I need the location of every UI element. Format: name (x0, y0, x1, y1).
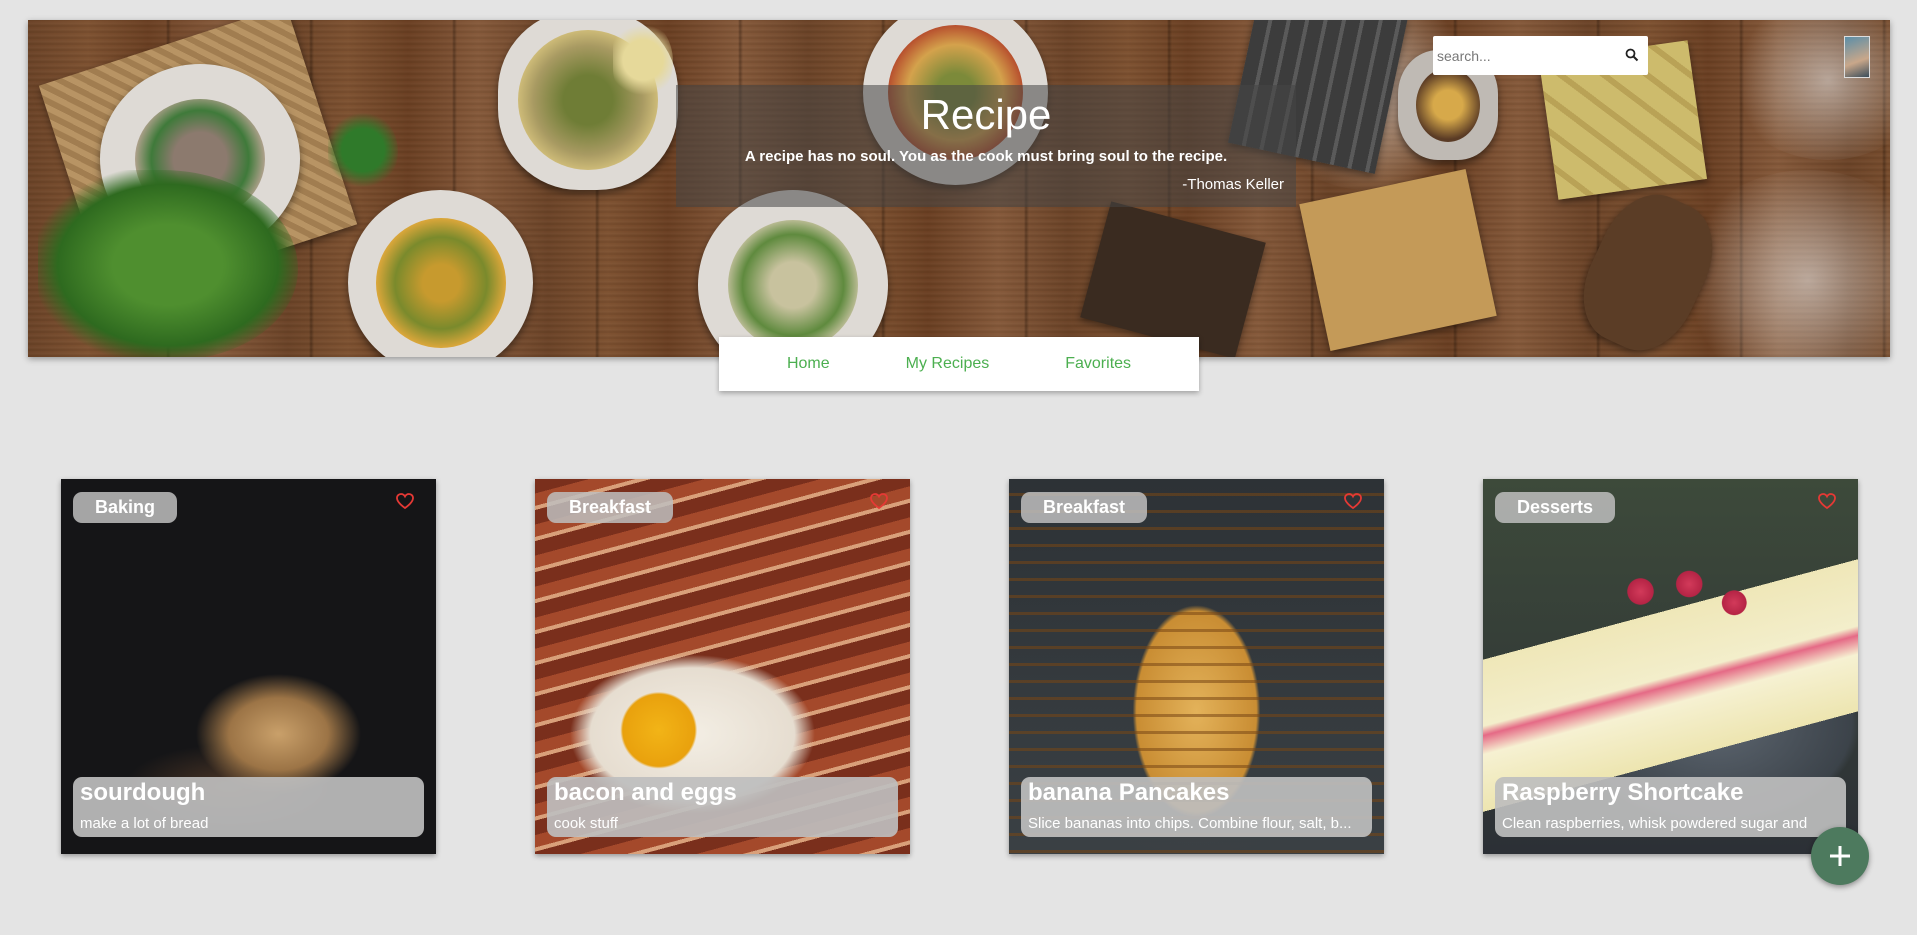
recipe-description: Slice bananas into chips. Combine flour,… (1028, 815, 1352, 832)
search-input[interactable] (1435, 42, 1619, 70)
plus-icon (1830, 846, 1850, 866)
recipe-info: banana Pancakes Slice bananas into chips… (1021, 777, 1372, 837)
category-badge: Breakfast (547, 492, 674, 523)
recipe-title: sourdough (80, 779, 206, 806)
recipe-card[interactable]: Desserts Raspberry Shortcake Clean raspb… (1483, 479, 1858, 854)
avatar[interactable] (1844, 36, 1870, 78)
recipe-info: Raspberry Shortcake Clean raspberries, w… (1495, 777, 1846, 837)
heart-outline-icon[interactable] (396, 493, 414, 510)
heart-outline-icon[interactable] (870, 493, 888, 510)
recipe-description: Clean raspberries, whisk powdered sugar … (1502, 815, 1808, 832)
add-recipe-button[interactable] (1811, 827, 1869, 885)
recipe-title: bacon and eggs (554, 779, 737, 806)
hero-author: -Thomas Keller (1182, 176, 1284, 193)
recipe-description: make a lot of bread (80, 815, 209, 832)
search-box (1433, 36, 1648, 75)
heart-outline-icon[interactable] (1818, 493, 1836, 510)
category-badge: Baking (73, 492, 178, 523)
recipe-card[interactable]: Breakfast banana Pancakes Slice bananas … (1009, 479, 1384, 854)
nav-home[interactable]: Home (749, 355, 868, 373)
recipe-title: banana Pancakes (1028, 779, 1230, 806)
page-title: Recipe (920, 91, 1052, 138)
heart-outline-icon[interactable] (1344, 493, 1362, 510)
corn (613, 20, 673, 100)
peppers (328, 110, 398, 190)
main-nav: Home My Recipes Favorites (719, 337, 1199, 391)
recipe-info: sourdough make a lot of bread (73, 777, 424, 837)
hero-quote-box: Recipe A recipe has no soul. You as the … (676, 85, 1296, 207)
category-badge: Desserts (1495, 492, 1616, 523)
recipe-title: Raspberry Shortcake (1502, 779, 1744, 806)
recipe-card[interactable]: Breakfast bacon and eggs cook stuff (535, 479, 910, 854)
hero-quote: A recipe has no soul. You as the cook mu… (744, 148, 1228, 165)
recipe-description: cook stuff (554, 815, 618, 832)
category-badge: Breakfast (1021, 492, 1148, 523)
search-icon[interactable] (1624, 47, 1640, 63)
recipe-card[interactable]: Baking sourdough make a lot of bread (61, 479, 436, 854)
nav-my-recipes[interactable]: My Recipes (868, 355, 1028, 373)
nav-favorites[interactable]: Favorites (1027, 355, 1169, 373)
recipe-info: bacon and eggs cook stuff (547, 777, 898, 837)
